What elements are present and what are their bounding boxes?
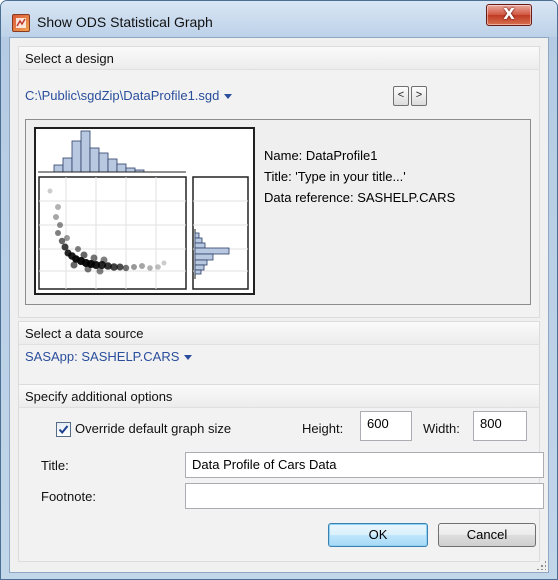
footnote-input[interactable] (185, 483, 544, 509)
data-source-value: SASApp: SASHELP.CARS (25, 349, 180, 364)
title-bar[interactable]: Show ODS Statistical Graph X (1, 1, 557, 37)
design-data-reference: Data reference: SASHELP.CARS (264, 190, 456, 205)
height-label: Height: (302, 421, 344, 436)
dialog-client-area: Select a design C:\Public\sgdZip\DataPro… (9, 37, 549, 573)
close-icon: X (503, 5, 515, 23)
data-source-section-header: Select a data source (19, 322, 539, 345)
data-source-section-label: Select a data source (25, 326, 144, 341)
data-source-section: Select a data source SASApp: SASHELP.CAR… (18, 321, 540, 385)
next-design-button[interactable]: > (411, 86, 427, 106)
override-size-checkbox[interactable] (56, 422, 71, 437)
title-label: Title: (41, 458, 69, 473)
override-size-label[interactable]: Override default graph size (75, 421, 231, 436)
cancel-button[interactable]: Cancel (438, 523, 536, 547)
title-input[interactable]: Data Profile of Cars Data (185, 452, 544, 478)
ok-button[interactable]: OK (328, 523, 428, 547)
height-input[interactable]: 600 (360, 411, 412, 441)
options-section-label: Specify additional options (25, 389, 173, 404)
design-file-dropdown[interactable]: C:\Public\sgdZip\DataProfile1.sgd (25, 88, 233, 103)
dropdown-caret-icon (224, 94, 233, 100)
options-section-header: Specify additional options (19, 385, 539, 408)
design-section: Select a design C:\Public\sgdZip\DataPro… (18, 46, 540, 318)
footnote-label: Footnote: (41, 489, 96, 504)
data-source-dropdown[interactable]: SASApp: SASHELP.CARS (25, 349, 193, 364)
design-thumbnail (34, 127, 255, 295)
close-button[interactable]: X (486, 4, 532, 26)
app-icon (12, 14, 30, 32)
window-title: Show ODS Statistical Graph (37, 14, 213, 30)
design-name: Name: DataProfile1 (264, 148, 378, 163)
dropdown-caret-icon (184, 355, 193, 361)
design-section-label: Select a design (25, 51, 114, 66)
design-info: Name: DataProfile1 Title: 'Type in your … (264, 145, 455, 208)
design-section-header: Select a design (19, 47, 539, 70)
options-section: Specify additional options Override defa… (18, 384, 544, 562)
thumbnail-graph (38, 130, 249, 290)
design-file-path: C:\Public\sgdZip\DataProfile1.sgd (25, 88, 220, 103)
checkmark-icon (58, 425, 69, 435)
design-preview-panel: Name: DataProfile1 Title: 'Type in your … (25, 119, 531, 305)
previous-design-button[interactable]: < (393, 86, 409, 106)
width-label: Width: (423, 421, 460, 436)
width-input[interactable]: 800 (473, 411, 527, 441)
design-title: Title: 'Type in your title...' (264, 169, 406, 184)
dialog-window: Show ODS Statistical Graph X Select a de… (0, 0, 558, 580)
